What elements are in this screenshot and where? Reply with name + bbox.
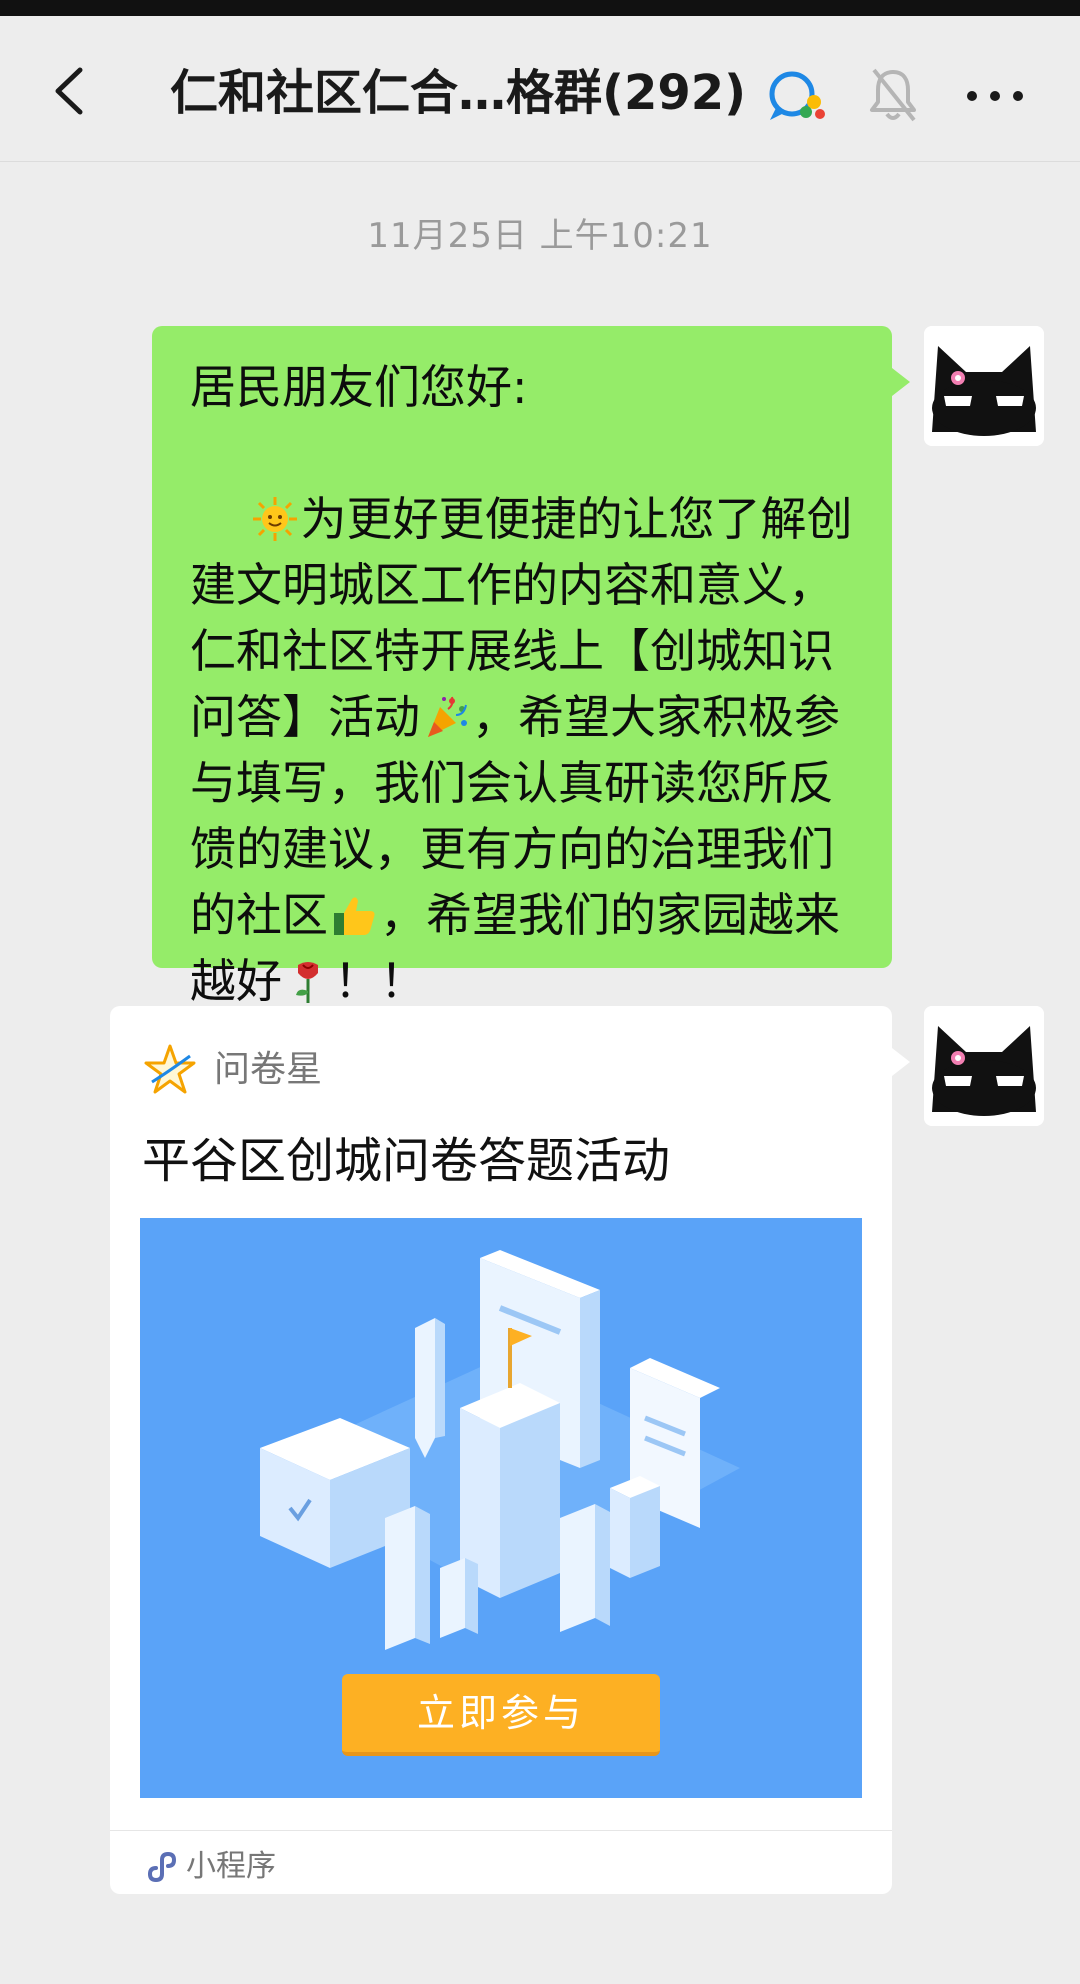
chat-title[interactable]: 仁和社区仁合…格群(292) (170, 58, 746, 128)
party-popper-emoji (428, 696, 467, 737)
black-cat-avatar (924, 326, 1044, 446)
group-chat-icon[interactable] (762, 66, 832, 126)
card-divider (110, 1830, 892, 1831)
status-bar (0, 0, 1080, 16)
bell-muted-icon (866, 64, 920, 126)
card-cover-image: 立即参与 (140, 1218, 862, 1798)
message-greeting: 居民朋友们您好: (190, 360, 528, 414)
thumbs-up-emoji (334, 897, 375, 935)
message-body: 居民朋友们您好: 为更好更便捷的让您了解创建文明城区工作的内容和意义，仁和社区特… (190, 354, 854, 1014)
more-dots-icon (967, 91, 1023, 101)
black-cat-avatar (924, 1006, 1044, 1126)
star-icon (144, 1044, 196, 1094)
chevron-left-icon (55, 67, 83, 115)
card-title: 平谷区创城问卷答题活动 (142, 1133, 671, 1189)
join-now-button[interactable]: 立即参与 (342, 1674, 660, 1756)
message-timestamp: 11月25日 上午10:21 (367, 216, 713, 256)
sun-emoji (252, 497, 297, 541)
sender-avatar[interactable] (924, 1006, 1044, 1126)
chat-header: 仁和社区仁合…格群(292) (0, 16, 1080, 162)
text-message-bubble[interactable]: 居民朋友们您好: 为更好更便捷的让您了解创建文明城区工作的内容和意义，仁和社区特… (152, 326, 910, 1008)
mini-program-card[interactable]: 问卷星 平谷区创城问卷答题活动 立即参与 小程序 (110, 1006, 910, 1894)
more-button[interactable] (960, 66, 1030, 126)
rose-emoji (296, 962, 318, 1003)
back-button[interactable] (38, 56, 108, 126)
mini-program-icon (148, 1851, 177, 1883)
message-segment: ！！ (334, 954, 426, 1008)
mini-program-label: 小程序 (186, 1849, 276, 1884)
source-name: 问卷星 (214, 1049, 323, 1090)
sender-avatar[interactable] (924, 326, 1044, 446)
